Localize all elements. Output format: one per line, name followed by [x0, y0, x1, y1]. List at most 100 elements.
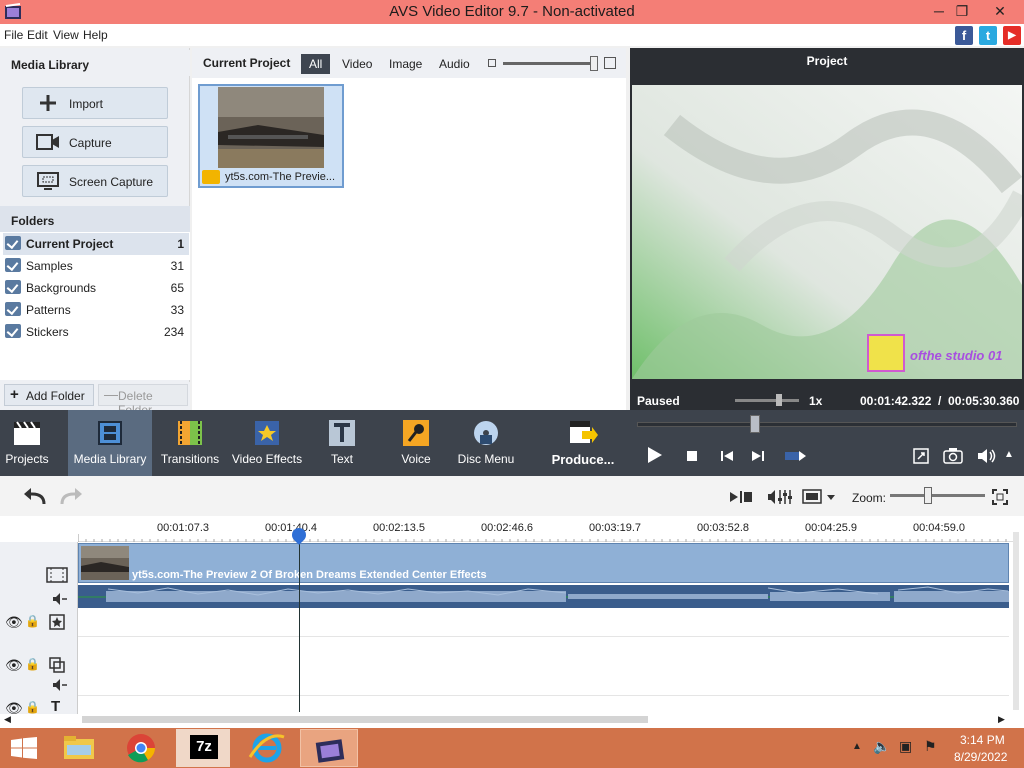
filter-audio-tab[interactable]: Audio — [431, 54, 478, 74]
power-icon[interactable]: ▣ — [899, 738, 912, 755]
undo-icon[interactable] — [22, 488, 48, 506]
small-thumbnail-icon[interactable] — [488, 59, 496, 67]
large-thumbnail-icon[interactable] — [604, 57, 616, 69]
zoom-label: Zoom: — [852, 491, 887, 505]
voice-button[interactable]: Voice — [388, 410, 444, 476]
lock-icon[interactable]: 🔒 — [25, 700, 40, 714]
folder-patterns[interactable]: Patterns 33 — [3, 299, 189, 321]
folder-icon — [5, 302, 21, 316]
folder-backgrounds[interactable]: Backgrounds 65 — [3, 277, 189, 299]
folder-name: Stickers — [26, 325, 69, 339]
twitter-icon[interactable]: t — [979, 26, 997, 45]
taskbar-clock-date[interactable]: 8/29/2022 — [954, 750, 1007, 764]
ruler-ticks — [78, 534, 1007, 542]
show-hidden-icons[interactable]: ▲ — [852, 741, 862, 752]
folder-samples[interactable]: Samples 31 — [3, 255, 189, 277]
menu-file[interactable]: File — [4, 28, 23, 42]
ruler-tick-label: 00:02:46.6 — [481, 522, 533, 534]
facebook-icon[interactable]: f — [955, 26, 973, 45]
network-icon[interactable]: 🔈 — [873, 738, 890, 755]
seek-bar-handle[interactable] — [750, 415, 760, 433]
previous-frame-icon[interactable] — [720, 449, 734, 463]
snapshot-icon[interactable] — [943, 447, 963, 465]
7zip-icon[interactable]: 7z — [176, 729, 230, 767]
volume-dropdown-icon[interactable]: ▲ — [1004, 449, 1014, 460]
filter-video-tab[interactable]: Video — [334, 54, 380, 74]
split-icon[interactable] — [783, 449, 807, 463]
screen-capture-button[interactable]: Screen Capture — [22, 165, 168, 197]
ruler-tick-label: 00:03:52.8 — [697, 522, 749, 534]
redo-icon[interactable] — [58, 488, 84, 506]
lock-icon[interactable]: 🔒 — [25, 657, 40, 671]
text-icon — [329, 420, 355, 446]
close-button[interactable]: ✕ — [985, 0, 1015, 22]
timeline-view-icon[interactable] — [802, 489, 836, 505]
filter-all-tab[interactable]: All — [301, 54, 331, 74]
transitions-label: Transitions — [160, 452, 220, 466]
stop-icon[interactable] — [687, 451, 697, 461]
play-icon[interactable] — [648, 447, 662, 463]
add-folder-button[interactable]: + Add Folder — [4, 384, 94, 406]
audio-mixer-icon[interactable] — [767, 488, 793, 506]
thumbnail-slider-handle[interactable] — [590, 56, 598, 71]
import-button[interactable]: Import — [22, 87, 168, 119]
visibility-eye-icon[interactable]: 👁 — [5, 657, 23, 674]
fit-to-window-icon[interactable] — [992, 489, 1008, 505]
volume-icon[interactable] — [976, 447, 998, 465]
taskbar-clock-time[interactable]: 3:14 PM — [960, 733, 1005, 747]
speed-slider-handle[interactable] — [776, 394, 782, 406]
delete-folder-button[interactable]: — Delete Folder — [98, 384, 188, 417]
preview-video[interactable] — [632, 85, 1022, 379]
capture-button[interactable]: Capture — [22, 126, 168, 158]
fullscreen-icon[interactable] — [913, 448, 929, 464]
youtube-icon[interactable]: ▶ — [1003, 26, 1021, 45]
file-explorer-icon[interactable] — [52, 729, 106, 767]
chrome-icon[interactable] — [114, 729, 168, 767]
microphone-icon — [403, 420, 429, 446]
scroll-left-icon[interactable]: ◀ — [4, 714, 11, 725]
timeline-horizontal-scrollbar[interactable] — [82, 716, 648, 723]
playback-status: Paused — [637, 394, 680, 408]
media-clip-thumbnail[interactable]: yt5s.com-The Previe... — [198, 84, 344, 188]
timeline-vertical-scrollbar[interactable] — [1013, 532, 1019, 710]
thumbnail-size-slider[interactable] — [503, 62, 595, 65]
menu-view[interactable]: View — [53, 28, 79, 42]
folder-icon — [5, 258, 21, 272]
video-track-icon — [46, 567, 68, 583]
menu-help[interactable]: Help — [83, 28, 108, 42]
avs-video-editor-taskbar-icon[interactable] — [300, 729, 358, 767]
produce-button[interactable]: Produce... — [546, 410, 620, 476]
zoom-slider-handle[interactable] — [924, 487, 932, 504]
lock-icon[interactable]: 🔒 — [25, 614, 40, 628]
windows-start-icon[interactable] — [10, 737, 38, 759]
transitions-icon — [178, 421, 202, 445]
menu-edit[interactable]: Edit — [27, 28, 48, 42]
internet-explorer-icon[interactable] — [240, 729, 294, 767]
projects-button[interactable]: Projects — [0, 410, 54, 476]
zoom-slider[interactable] — [890, 494, 985, 497]
disc-menu-button[interactable]: Disc Menu — [456, 410, 516, 476]
folder-current-project[interactable]: Current Project 1 — [3, 233, 189, 255]
video-effects-button[interactable]: Video Effects — [230, 410, 304, 476]
next-frame-icon[interactable] — [751, 449, 765, 463]
folder-count: 65 — [170, 281, 184, 295]
timeline-audio-waveform[interactable] — [78, 585, 1009, 608]
filter-image-tab[interactable]: Image — [381, 54, 430, 74]
restore-button[interactable]: ❐ — [947, 0, 977, 22]
visibility-eye-icon[interactable]: 👁 — [5, 614, 23, 631]
action-center-icon[interactable]: ⚑ — [924, 738, 937, 755]
clip-thumbnail-image — [218, 87, 324, 169]
trim-icon[interactable] — [729, 490, 753, 504]
transitions-button[interactable]: Transitions — [158, 410, 222, 476]
folder-stickers[interactable]: Stickers 234 — [3, 321, 189, 343]
seek-bar[interactable] — [637, 422, 1017, 427]
text-button[interactable]: Text — [314, 410, 370, 476]
speed-slider[interactable] — [735, 399, 799, 402]
scroll-right-icon[interactable]: ▶ — [998, 714, 1005, 725]
timeline-video-clip[interactable]: yt5s.com-The Preview 2 Of Broken Dreams … — [78, 543, 1009, 583]
folder-count: 31 — [170, 259, 184, 273]
media-library-button[interactable]: Media Library — [68, 410, 152, 476]
overlay-track-icon — [49, 657, 65, 673]
effects-track-icon — [49, 614, 65, 630]
window-title: AVS Video Editor 9.7 - Non-activated — [389, 3, 635, 20]
